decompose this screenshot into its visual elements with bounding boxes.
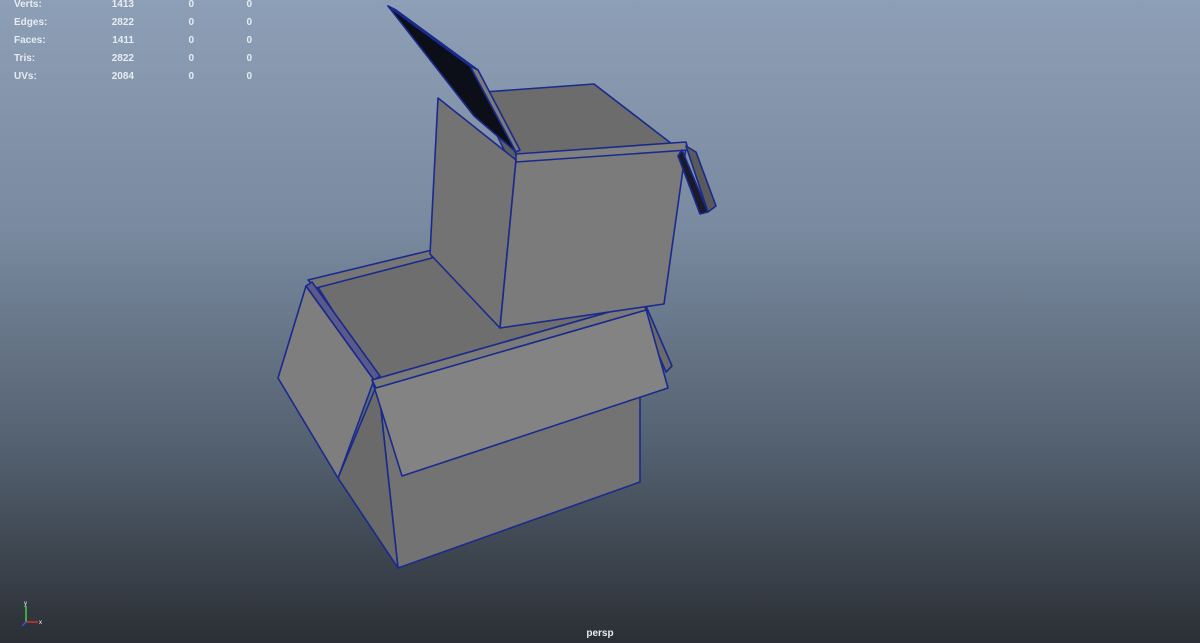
hud-value: 0 [246,35,252,46]
hud-value: 2822 [111,17,134,28]
hud-row-edges: Edges: 2822 0 0 [14,14,254,32]
hud-value: 2084 [111,71,134,82]
hud-value: 0 [188,35,194,46]
axis-y-label: y [24,601,27,607]
hud-row-faces: Faces: 1411 0 0 [14,32,254,50]
hud-row-tris: Tris: 2822 0 0 [14,50,254,68]
axis-z-line [21,621,27,627]
hud-row-uvs: UVs: 2084 0 0 [14,68,254,86]
hud-label: UVs: [14,71,37,82]
hud-value: 0 [188,17,194,28]
top-box-front-face [499,147,687,329]
hud-value: 0 [188,0,194,10]
hud-value: 0 [188,71,194,82]
hud-value: 1411 [112,35,134,46]
hud-value: 0 [188,53,194,64]
viewport-persp[interactable] [0,0,1200,643]
hud-label: Faces: [14,35,46,46]
hud-value: 1413 [111,0,134,10]
hud-value: 0 [246,71,252,82]
hud-row-verts: Verts: 1413 0 0 [14,0,254,14]
scene-canvas[interactable] [0,0,1200,643]
hud-value: 0 [246,17,252,28]
hud-value: 0 [246,0,252,10]
hud-label: Tris: [14,53,36,64]
poly-count-hud: Verts: 1413 0 0 Edges: 2822 0 0 Faces: 1… [14,0,254,86]
axis-gizmo-icon: y x [18,600,48,630]
camera-name-label: persp [586,628,614,639]
axis-x-label: x [39,620,42,626]
hud-value: 0 [246,53,252,64]
hud-label: Edges: [14,17,48,28]
hud-label: Verts: [14,0,42,10]
hud-value: 2822 [111,53,134,64]
